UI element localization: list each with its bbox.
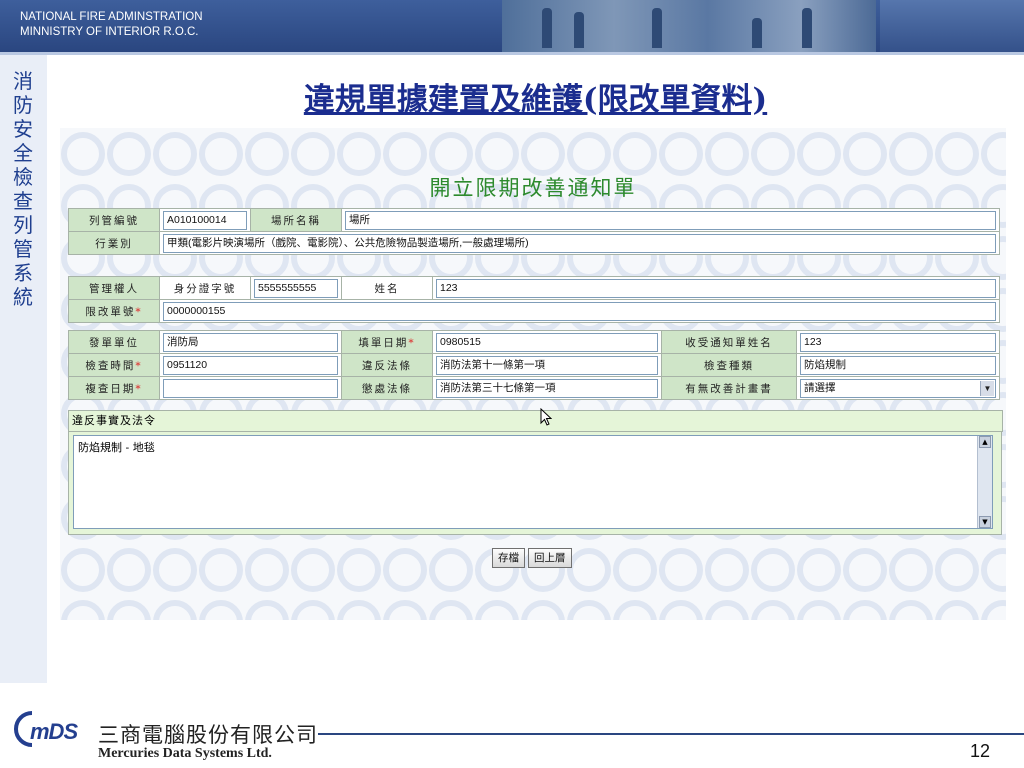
control-no-field[interactable]: A010100014 (163, 210, 247, 230)
violation-facts-textarea[interactable]: 防焰規制 - 地毯 ▲ ▼ (73, 435, 993, 529)
label-inspection-time: 檢查時間* (68, 353, 160, 377)
label-notice-no: 限改單號* (68, 299, 160, 323)
label-inspection-time-text: 檢查時間 (85, 359, 136, 372)
dropdown-arrow-icon[interactable]: ▼ (980, 380, 994, 396)
table-row: 列管編號 A010100014 場所名稱 場所 (68, 208, 1000, 232)
label-violated-law: 違反法條 (341, 353, 433, 377)
footer-divider (318, 733, 1024, 735)
table-row: 行業別 甲類(電影片映演場所（戲院、電影院）、公共危險物品製造場所,一般處理場所… (68, 231, 1000, 255)
footer: mDS 三商電腦股份有限公司 Mercuries Data Systems Lt… (0, 683, 1024, 768)
violation-facts-text: 防焰規制 - 地毯 (78, 441, 155, 454)
facility-table: 列管編號 A010100014 場所名稱 場所 行業別 甲類(電影片映演場所（戲… (68, 208, 1000, 255)
notice-table: 管理權人 身分證字號 5555555555 姓名 123 限改單號* 00000… (68, 276, 1000, 323)
table-row: 限改單號* 0000000155 (68, 299, 1000, 323)
firefighter-photo (502, 0, 876, 52)
required-mark: * (408, 336, 416, 349)
company-name-en: Mercuries Data Systems Ltd. (98, 746, 272, 761)
violation-facts-panel: 防焰規制 - 地毯 ▲ ▼ (68, 431, 1002, 535)
company-logo-text: mDS (30, 719, 78, 744)
company-name-cn: 三商電腦股份有限公司 (98, 723, 318, 747)
label-improvement-plan: 有無改善計畫書 (661, 376, 797, 400)
id-number-field[interactable]: 5555555555 (254, 278, 338, 298)
recheck-date-field[interactable] (163, 378, 338, 398)
label-penalty-law: 懲處法條 (341, 376, 433, 400)
violation-facts-header: 違反事實及法令 (68, 410, 1003, 432)
label-fill-date-2: 填單日期* (341, 330, 433, 354)
label-recheck-date: 複查日期* (68, 376, 160, 400)
label-name: 姓名 (341, 276, 433, 300)
inspection-type-field[interactable]: 防焰規制 (800, 355, 996, 375)
recipient-name-field[interactable]: 123 (800, 332, 996, 352)
name-field[interactable]: 123 (436, 278, 996, 298)
industry-field[interactable]: 甲類(電影片映演場所（戲院、電影院）、公共危險物品製造場所,一般處理場所) (163, 233, 996, 253)
side-title: 消防安全檢查列管系統 (13, 69, 33, 309)
improvement-plan-select[interactable]: 請選擇 ▼ (800, 378, 996, 398)
save-button[interactable]: 存檔 (492, 548, 525, 568)
penalty-law-field[interactable]: 消防法第三十七條第一項 (436, 378, 658, 398)
label-control-no: 列管編號 (68, 208, 160, 232)
org-line-1: NATIONAL FIRE ADMINSTRATION (20, 11, 203, 23)
side-strip: 消防安全檢查列管系統 (0, 55, 47, 683)
improvement-plan-select-value: 請選擇 (804, 381, 836, 394)
fill-date-input[interactable]: 0980515 (436, 332, 658, 352)
label-industry: 行業別 (68, 231, 160, 255)
form-screenshot: 開立限期改善通知單 列管編號 A010100014 場所名稱 場所 行業別 甲類… (60, 128, 1006, 620)
required-mark: * (135, 359, 143, 372)
inspection-time-field[interactable]: 0951120 (163, 355, 338, 375)
scroll-up-icon[interactable]: ▲ (979, 436, 991, 448)
table-row: 檢查時間* 0951120 違反法條 消防法第十一條第一項 檢查種類 防焰規制 (68, 353, 1000, 377)
table-row: 複查日期* 懲處法條 消防法第三十七條第一項 有無改善計畫書 請選擇 ▼ (68, 376, 1000, 400)
table-row: 管理權人 身分證字號 5555555555 姓名 123 (68, 276, 1000, 300)
label-notice-no-text: 限改單號 (85, 305, 136, 318)
mouse-pointer-icon (540, 408, 552, 426)
form-title: 開立限期改善通知單 (429, 176, 637, 200)
page-number: 12 (970, 741, 991, 761)
back-button[interactable]: 回上層 (528, 548, 572, 568)
label-manager: 管理權人 (68, 276, 160, 300)
header-right-panel (880, 0, 1024, 52)
violated-law-field[interactable]: 消防法第十一條第一項 (436, 355, 658, 375)
label-fill-date-2-text: 填單日期 (358, 336, 409, 349)
header-divider (0, 52, 1024, 55)
required-mark: * (135, 382, 143, 395)
label-issuing-unit-2: 發單單位 (68, 330, 160, 354)
textarea-scrollbar[interactable]: ▲ ▼ (977, 436, 992, 528)
label-recheck-date-text: 複查日期 (85, 382, 136, 395)
slide-title: 違規單據建置及維護(限改單資料) (303, 82, 768, 118)
label-inspection-type: 檢查種類 (661, 353, 797, 377)
required-mark: * (135, 305, 143, 318)
detail-table: 發單單位 消防局 填單日期* 0980515 收受通知單姓名 123 檢查時間*… (68, 330, 1000, 400)
issuing-unit-input[interactable]: 消防局 (163, 332, 338, 352)
label-id-number: 身分證字號 (159, 276, 251, 300)
scroll-down-icon[interactable]: ▼ (979, 516, 991, 528)
label-place-name: 場所名稱 (250, 208, 342, 232)
place-name-field[interactable]: 場所 (345, 210, 996, 230)
organization-name: NATIONAL FIRE ADMINSTRATION MINNISTRY OF… (20, 10, 203, 40)
table-row: 發單單位 消防局 填單日期* 0980515 收受通知單姓名 123 (68, 330, 1000, 354)
org-line-2: MINNISTRY OF INTERIOR R.O.C. (20, 26, 199, 38)
label-recipient-name-2: 收受通知單姓名 (661, 330, 797, 354)
header-banner: NATIONAL FIRE ADMINSTRATION MINNISTRY OF… (0, 0, 1024, 55)
notice-no-field[interactable]: 0000000155 (163, 301, 996, 321)
